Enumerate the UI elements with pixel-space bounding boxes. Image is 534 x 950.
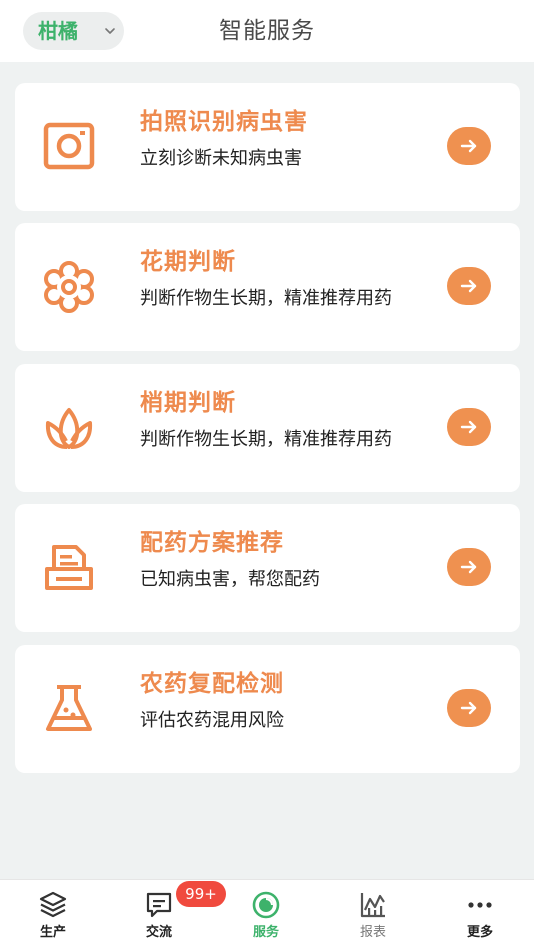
service-card-flowering[interactable]: 花期判断 判断作物生长期，精准推荐用药	[15, 223, 520, 351]
flower-icon	[44, 261, 94, 313]
tab-service[interactable]: 服务	[213, 880, 319, 950]
more-icon	[468, 902, 492, 908]
service-card-mix-test[interactable]: 农药复配检测 评估农药混用风险	[15, 645, 520, 773]
card-desc: 已知病虫害，帮您配药	[140, 569, 320, 590]
card-desc: 评估农药混用风险	[140, 710, 284, 731]
service-card-dispensing-plan[interactable]: 配药方案推荐 已知病虫害，帮您配药	[15, 504, 520, 632]
arrow-right-icon	[460, 279, 477, 293]
flask-icon	[46, 685, 92, 731]
service-card-photo-identify[interactable]: 拍照识别病虫害 立刻诊断未知病虫害	[15, 83, 520, 211]
camera-icon	[43, 122, 95, 170]
arrow-right-icon	[460, 420, 477, 434]
card-title: 梢期判断	[140, 390, 236, 416]
card-desc: 立刻诊断未知病虫害	[140, 148, 302, 169]
tab-label: 交流	[145, 925, 172, 940]
service-card-shoot-stage[interactable]: 梢期判断 判断作物生长期，精准推荐用药	[15, 364, 520, 492]
chart-icon	[360, 893, 385, 918]
lotus-icon	[45, 408, 93, 449]
header: 柑橘 智能服务	[0, 0, 534, 62]
card-title: 拍照识别病虫害	[140, 109, 308, 135]
tab-label: 服务	[252, 925, 279, 940]
go-button[interactable]	[447, 267, 491, 305]
tab-reports[interactable]: 报表	[320, 880, 426, 950]
arrow-right-icon	[460, 560, 477, 574]
service-icon	[252, 891, 280, 919]
layers-icon	[39, 891, 67, 918]
tab-label: 报表	[359, 925, 386, 940]
bottom-tab-bar: 生产 交流 服务 报表 更多	[0, 879, 534, 950]
arrow-right-icon	[460, 139, 477, 153]
tab-label: 生产	[39, 925, 66, 940]
go-button[interactable]	[447, 548, 491, 586]
card-title: 农药复配检测	[140, 671, 284, 697]
go-button[interactable]	[447, 689, 491, 727]
card-desc: 判断作物生长期，精准推荐用药	[140, 429, 392, 450]
page-title: 智能服务	[219, 18, 315, 44]
go-button[interactable]	[447, 127, 491, 165]
card-desc: 判断作物生长期，精准推荐用药	[140, 288, 392, 309]
arrow-right-icon	[460, 701, 477, 715]
card-title: 花期判断	[140, 249, 236, 275]
card-title: 配药方案推荐	[140, 530, 284, 556]
tab-label: 更多	[466, 925, 493, 940]
chat-icon	[146, 892, 172, 918]
tab-more[interactable]: 更多	[427, 880, 533, 950]
printer-icon	[45, 545, 93, 590]
tab-production[interactable]: 生产	[0, 880, 106, 950]
go-button[interactable]	[447, 408, 491, 446]
unread-badge: 99+	[176, 881, 226, 907]
